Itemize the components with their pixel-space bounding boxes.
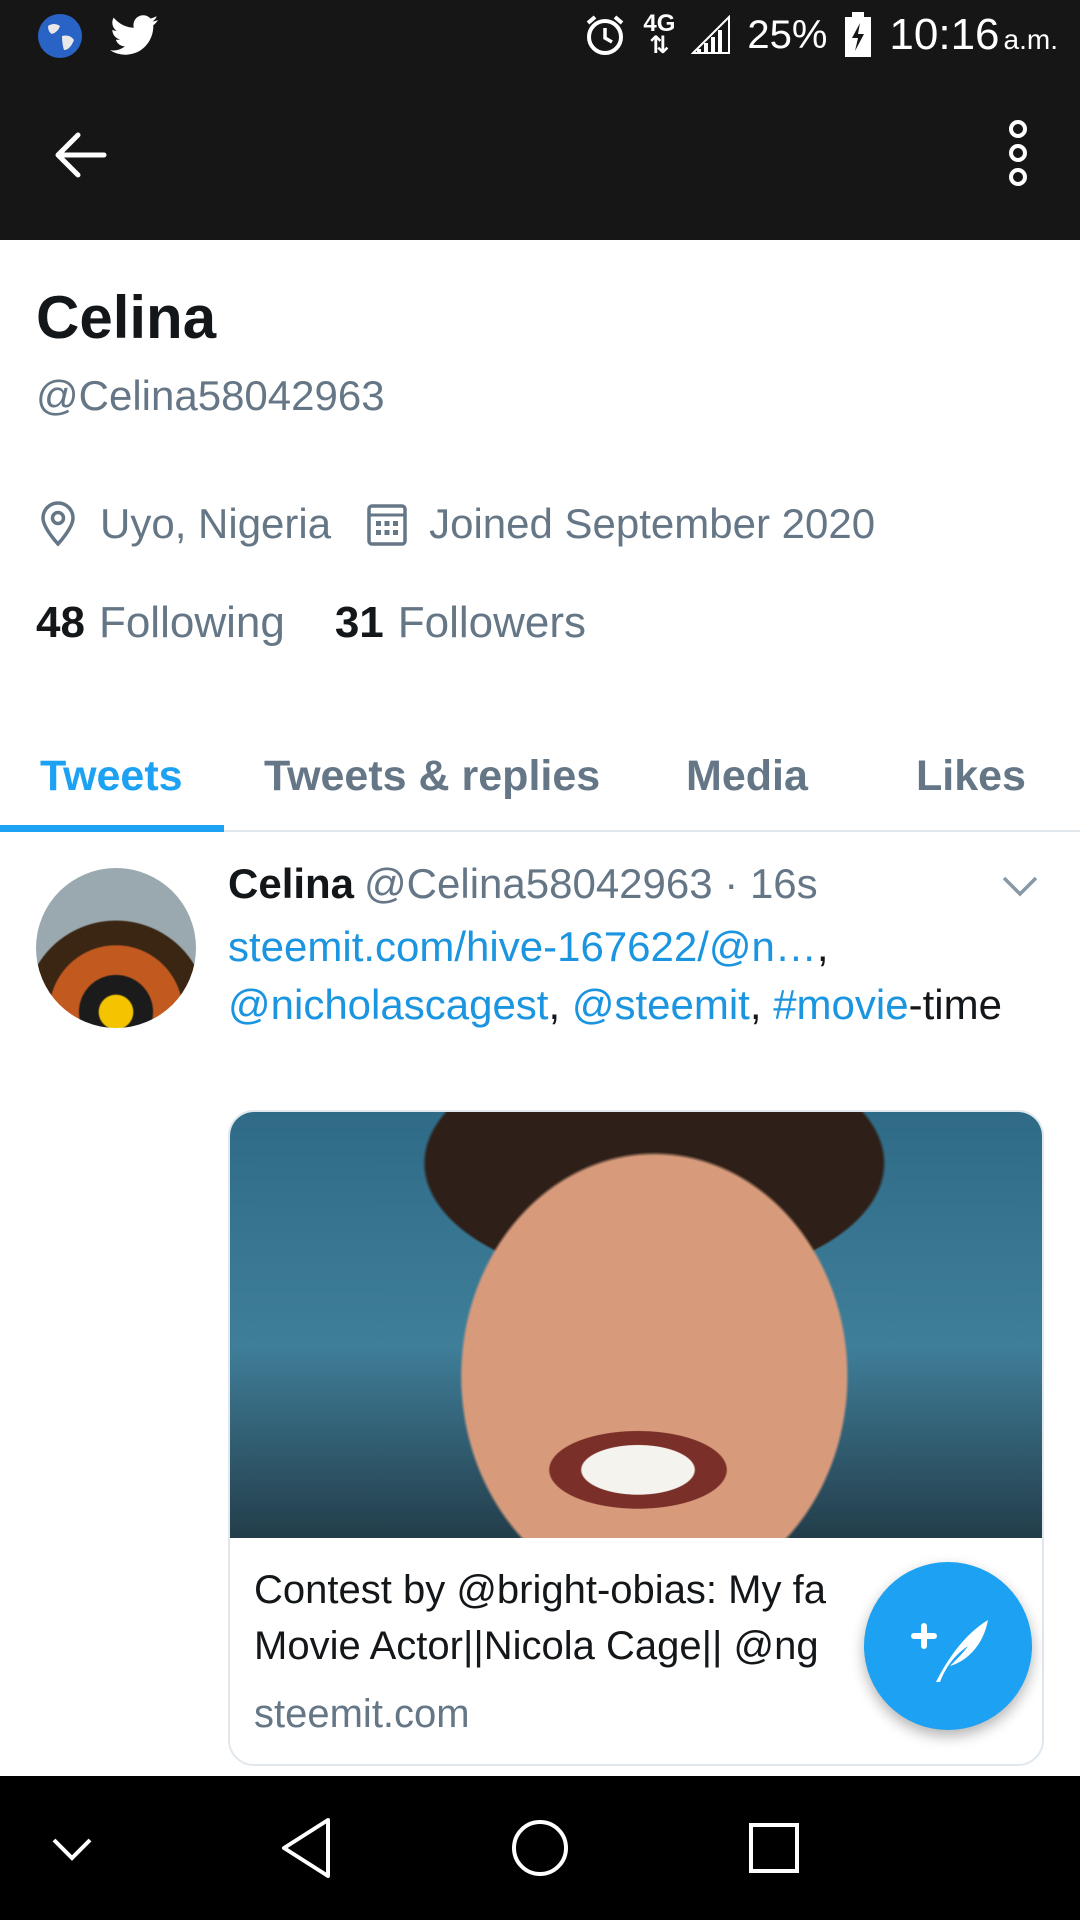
tweet-separator: , — [816, 923, 829, 970]
profile-joined: Joined September 2020 — [365, 500, 875, 548]
following-link[interactable]: 48 Following — [36, 598, 285, 648]
more-options-button[interactable] — [996, 115, 1040, 195]
tab-tweets[interactable]: Tweets — [40, 720, 183, 832]
followers-label: Followers — [397, 598, 587, 647]
card-title-line2: Movie Actor||Nicola Cage|| @ng — [254, 1624, 819, 1668]
mention-nicholascagest[interactable]: @nicholascagest — [228, 981, 548, 1028]
tweet-header: Celina @Celina58042963 · 16s — [228, 860, 818, 908]
following-label: Following — [98, 598, 285, 647]
chevron-down-icon — [52, 1838, 92, 1861]
tweet-link[interactable]: steemit.com/hive-167622/@n… — [228, 923, 817, 970]
profile-handle: @Celina58042963 — [36, 372, 385, 419]
signal-bars-icon — [691, 15, 731, 54]
tweet-separator: , — [749, 981, 774, 1028]
network-4g-icon: 4G ⇅ — [643, 10, 676, 59]
card-title-line1: Contest by @bright-obias: My fa — [254, 1568, 826, 1612]
triangle-back-icon — [282, 1818, 330, 1878]
clock-ampm: a.m. — [1003, 24, 1058, 55]
tweet-author-name[interactable]: Celina — [228, 860, 354, 907]
hashtag-movie[interactable]: #movie — [773, 981, 908, 1028]
alarm-icon — [587, 15, 624, 55]
calendar-icon — [367, 504, 407, 546]
profile-tabs: Tweets Tweets & replies Media Likes — [0, 720, 1080, 832]
tweet-text: steemit.com/hive-167622/@n…, @nicholasca… — [228, 918, 1028, 1034]
compose-tweet-button[interactable] — [864, 1562, 1032, 1730]
active-tab-indicator — [0, 825, 224, 832]
status-bar: 4G ⇅ 25% 10:16 a.m. — [0, 0, 1080, 75]
circle-home-icon — [512, 1820, 568, 1876]
profile-location: Uyo, Nigeria — [36, 500, 331, 548]
battery-charging-icon — [845, 12, 872, 57]
globe-icon — [38, 14, 82, 58]
followers-count: 31 — [334, 598, 384, 647]
square-recents-icon — [749, 1823, 799, 1873]
joined-text: Joined September 2020 — [429, 500, 876, 547]
profile-meta: Uyo, Nigeria Joined September 2020 — [36, 500, 909, 548]
nav-recents-button[interactable] — [714, 1776, 834, 1920]
tweet-avatar[interactable] — [36, 868, 196, 1028]
card-image — [230, 1112, 1042, 1538]
back-button[interactable] — [50, 125, 120, 185]
tab-tweets-replies[interactable]: Tweets & replies — [264, 720, 600, 832]
location-pin-icon — [41, 501, 75, 547]
profile-stats: 48 Following 31 Followers — [36, 598, 636, 648]
tweet-text-rest: -time — [908, 981, 1002, 1028]
tab-likes[interactable]: Likes — [916, 720, 1026, 832]
mention-steemit[interactable]: @steemit — [572, 981, 750, 1028]
app-toolbar — [0, 75, 1080, 240]
tweet-menu-button[interactable] — [1000, 872, 1040, 900]
system-nav-bar — [0, 1776, 1080, 1920]
screen: 4G ⇅ 25% 10:16 a.m. Celina @Celina580429… — [0, 0, 1080, 1920]
chevron-down-icon — [1002, 876, 1038, 897]
more-vertical-icon — [1009, 120, 1027, 186]
compose-feather-icon — [911, 1620, 988, 1682]
tweet-separator: , — [548, 981, 572, 1028]
clock-time: 10:16 — [889, 10, 1000, 59]
following-count: 48 — [36, 598, 85, 647]
battery-percent: 25% — [747, 12, 828, 57]
profile-name: Celina — [36, 284, 217, 351]
card-domain: steemit.com — [254, 1692, 470, 1736]
followers-link[interactable]: 31 Followers — [335, 598, 586, 648]
nav-hide-keyboard-button[interactable] — [12, 1776, 132, 1920]
location-text: Uyo, Nigeria — [100, 500, 332, 547]
nav-back-button[interactable] — [248, 1776, 368, 1920]
nav-home-button[interactable] — [480, 1776, 600, 1920]
tab-media[interactable]: Media — [686, 720, 808, 832]
twitter-bird-icon — [110, 15, 158, 55]
arrow-left-icon — [55, 132, 107, 178]
tweet-handle-time: @Celina58042963 · 16s — [364, 860, 818, 907]
